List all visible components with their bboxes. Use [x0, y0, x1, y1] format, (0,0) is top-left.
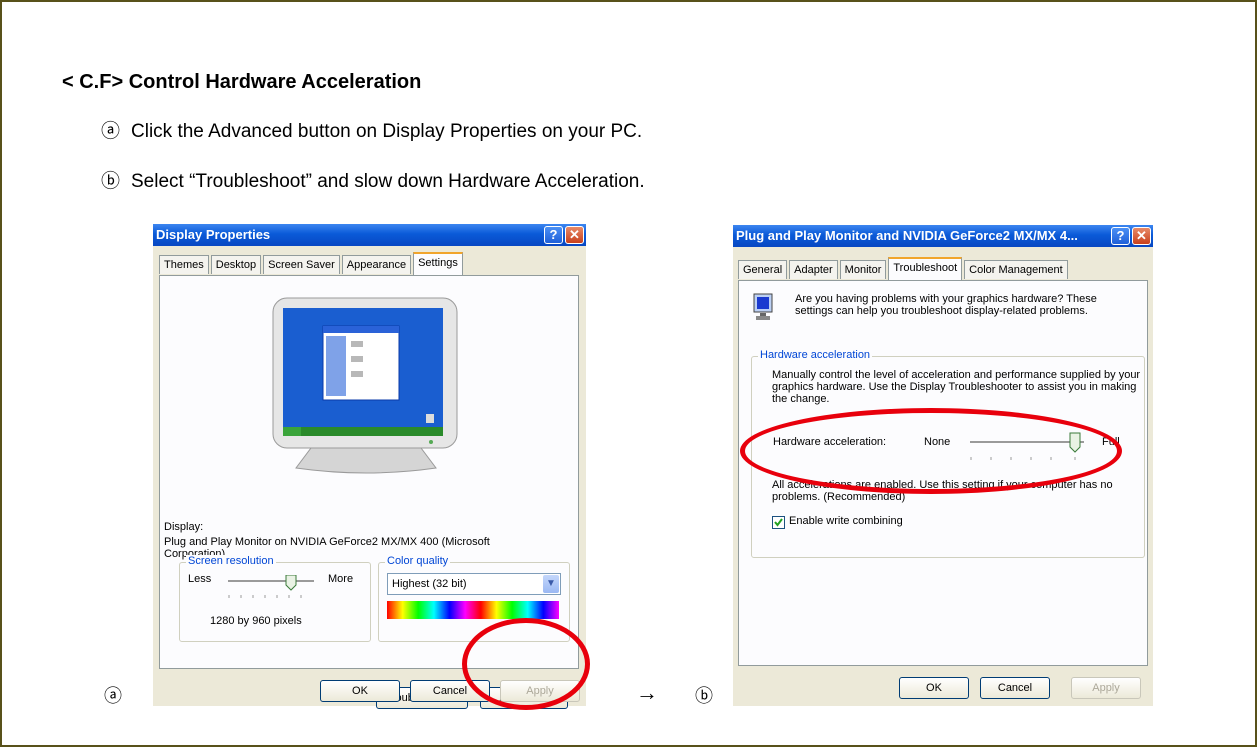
window-title: Plug and Play Monitor and NVIDIA GeForce… — [736, 228, 1078, 243]
chevron-down-icon[interactable]: ▼ — [543, 575, 559, 593]
advanced-highlight-ellipse — [462, 618, 590, 710]
resolution-value: 1280 by 960 pixels — [210, 615, 302, 627]
step-a-text: Click the Advanced button on Display Pro… — [131, 121, 643, 142]
resolution-slider[interactable] — [226, 575, 318, 601]
monitor-icon — [753, 293, 773, 320]
tab-settings[interactable]: Settings — [413, 252, 463, 275]
help-icon[interactable]: ? — [1111, 227, 1130, 245]
tab-troubleshoot[interactable]: Troubleshoot — [888, 257, 963, 280]
tab-color-management[interactable]: Color Management — [964, 260, 1068, 279]
help-icon[interactable]: ? — [544, 226, 563, 244]
tab-appearance[interactable]: Appearance — [341, 255, 412, 274]
window-title: Display Properties — [156, 227, 271, 242]
close-icon[interactable]: ✕ — [1132, 227, 1151, 245]
color-quality-select[interactable]: Highest (32 bit) ▼ — [387, 573, 561, 595]
color-spectrum-bar — [387, 601, 559, 619]
monitor-icon — [272, 297, 458, 474]
ok-button[interactable]: OK — [320, 680, 400, 702]
step-a: ⓐ Click the Advanced button on Display Pr… — [101, 116, 642, 143]
monitor-properties-titlebar: Plug and Play Monitor and NVIDIA GeForce… — [733, 225, 1153, 247]
section-heading: < C.F> Control Hardware Acceleration — [62, 71, 422, 93]
close-icon[interactable]: ✕ — [565, 226, 584, 244]
step-b-marker: ⓑ — [101, 171, 121, 192]
label-a: ⓐ — [104, 686, 122, 706]
step-b: ⓑ Select “Troubleshoot” and slow down Har… — [101, 166, 645, 193]
arrow-icon: → — [636, 680, 658, 705]
label-b: ⓑ — [695, 686, 713, 706]
display-label: Display: — [164, 521, 204, 533]
write-combining-checkbox[interactable] — [772, 516, 785, 529]
screen-resolution-group: Screen resolution Less More 1280 by 960 … — [179, 555, 371, 642]
less-label: Less — [188, 573, 212, 585]
intro-text: Are you having problems with your graphi… — [795, 293, 1097, 317]
tab-adapter[interactable]: Adapter — [789, 260, 838, 279]
hw-description: Manually control the level of accelerati… — [772, 369, 1141, 405]
ok-button[interactable]: OK — [899, 677, 969, 699]
apply-button[interactable]: Apply — [1071, 677, 1141, 699]
display-properties-titlebar: Display Properties — [153, 224, 586, 246]
tab-desktop[interactable]: Desktop — [210, 255, 262, 274]
write-combining-label: Enable write combining — [789, 515, 903, 527]
step-b-text: Select “Troubleshoot” and slow down Hard… — [131, 171, 645, 192]
screen-resolution-title: Screen resolution — [186, 555, 276, 567]
checkmark-icon — [774, 518, 783, 527]
slider-highlight-ellipse — [740, 408, 1122, 494]
hardware-acceleration-title: Hardware acceleration — [758, 349, 873, 361]
tab-general[interactable]: General — [738, 260, 788, 279]
cancel-button[interactable]: Cancel — [980, 677, 1050, 699]
step-a-marker: ⓐ — [101, 121, 121, 142]
tab-screen-saver[interactable]: Screen Saver — [263, 255, 340, 274]
tab-monitor[interactable]: Monitor — [839, 260, 887, 279]
settings-panel: Display: Plug and Play Monitor on NVIDIA… — [159, 275, 579, 709]
tab-themes[interactable]: Themes — [159, 255, 209, 274]
color-quality-value: Highest (32 bit) — [392, 578, 467, 590]
more-label: More — [328, 573, 354, 585]
color-quality-title: Color quality — [385, 555, 451, 567]
